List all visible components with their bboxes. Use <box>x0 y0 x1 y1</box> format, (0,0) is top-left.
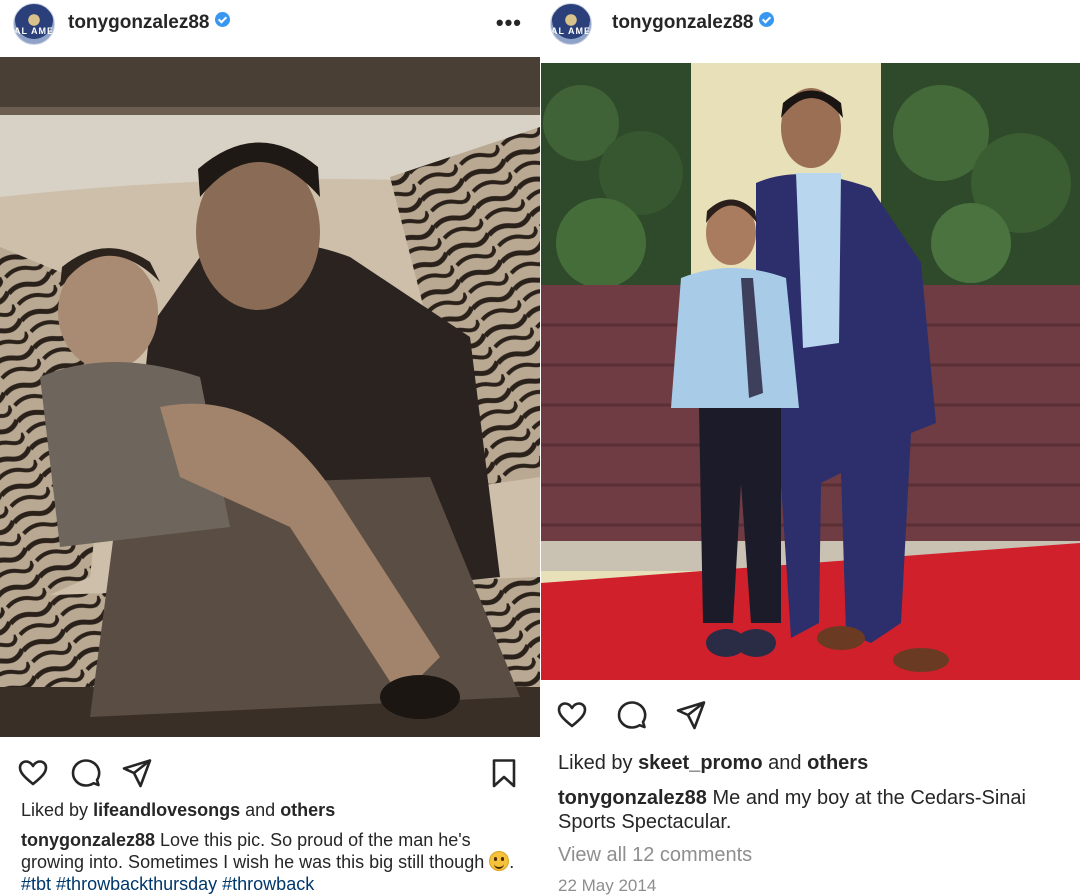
liked-by-others-link[interactable]: others <box>280 800 335 820</box>
more-options-icon[interactable]: ••• <box>496 10 522 36</box>
caption: tonygonzalez88 Me and my boy at the Ceda… <box>558 786 1070 834</box>
share-icon[interactable] <box>121 757 153 789</box>
liked-by-and: and <box>768 752 802 774</box>
verified-badge-icon <box>759 12 775 27</box>
hashtag-link[interactable]: #tbt <box>21 874 51 894</box>
comment-icon[interactable] <box>616 699 648 731</box>
instagram-post-right: AL AME tonygonzalez88 Liked by skeet_pro… <box>541 0 1080 895</box>
post-photo[interactable] <box>0 57 540 737</box>
post-header: AL AME tonygonzalez88 ••• <box>0 0 540 50</box>
avatar[interactable]: AL AME <box>13 3 55 45</box>
smile-emoji-icon <box>489 851 510 871</box>
verified-badge-icon <box>215 12 231 27</box>
red-carpet-photo <box>541 63 1080 680</box>
view-comments-link[interactable]: View all 12 comments <box>558 843 1068 867</box>
username-text: tonygonzalez88 <box>612 12 754 33</box>
hashtag-link[interactable]: #throwback <box>222 874 314 894</box>
post-date: 22 May 2014 <box>558 876 657 895</box>
caption: tonygonzalez88 Love this pic. So proud o… <box>21 829 520 895</box>
heart-icon[interactable] <box>556 699 588 731</box>
caption-text-end: . <box>509 852 515 872</box>
post-header: AL AME tonygonzalez88 <box>541 0 1080 50</box>
username-link[interactable]: tonygonzalez88 <box>612 12 775 34</box>
username-text: tonygonzalez88 <box>68 12 210 33</box>
liked-by-user-link[interactable]: lifeandlovesongs <box>93 800 240 820</box>
username-link[interactable]: tonygonzalez88 <box>68 12 231 34</box>
hashtag-link[interactable]: #throwbackthursday <box>56 874 217 894</box>
caption-username-link[interactable]: tonygonzalez88 <box>558 787 707 809</box>
liked-by-prefix: Liked by <box>558 752 633 774</box>
avatar-text: AL AME <box>14 26 55 36</box>
liked-by-others-link[interactable]: others <box>807 752 868 774</box>
caption-username-link[interactable]: tonygonzalez88 <box>21 830 155 850</box>
heart-icon[interactable] <box>17 757 49 789</box>
post-actions <box>0 751 540 795</box>
liked-by-and: and <box>245 800 276 820</box>
sepia-family-photo <box>0 57 540 737</box>
liked-by-user-link[interactable]: skeet_promo <box>638 752 763 774</box>
share-icon[interactable] <box>675 699 707 731</box>
liked-by-prefix: Liked by <box>21 800 89 820</box>
post-photo[interactable] <box>541 63 1080 680</box>
instagram-post-left: AL AME tonygonzalez88 ••• Liked by lifea… <box>0 0 540 895</box>
post-actions <box>541 693 1080 737</box>
likes-line: Liked by skeet_promo and others <box>558 751 1068 775</box>
comment-icon[interactable] <box>70 757 102 789</box>
avatar-text: AL AME <box>551 26 592 36</box>
avatar[interactable]: AL AME <box>550 3 592 45</box>
bookmark-icon[interactable] <box>488 757 520 789</box>
likes-line: Liked by lifeandlovesongs and others <box>21 799 528 821</box>
